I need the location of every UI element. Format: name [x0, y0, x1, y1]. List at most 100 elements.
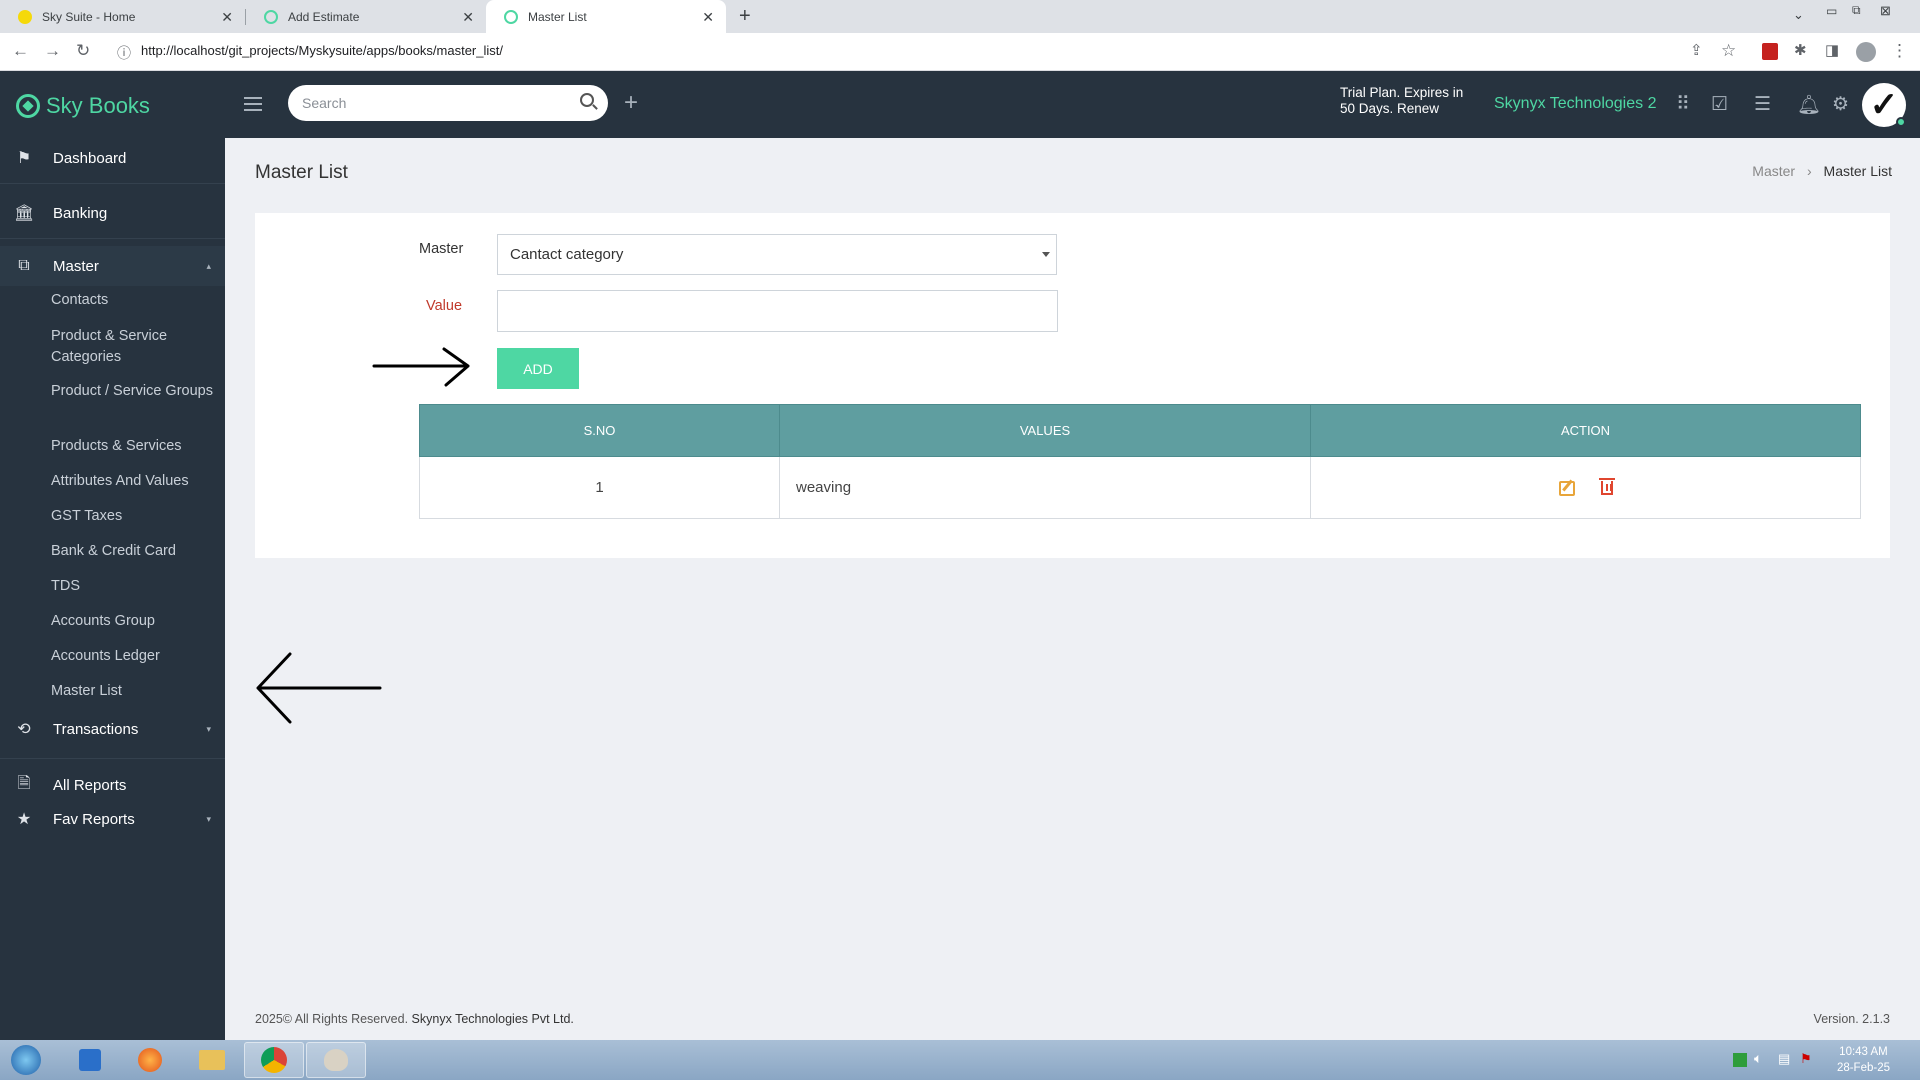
clock-time: 10:43 AM [1839, 1046, 1888, 1058]
forward-icon[interactable]: → [44, 41, 61, 61]
sky-books-favicon-icon [504, 9, 518, 24]
restore-icon[interactable]: ⧉ [1852, 3, 1861, 18]
profile-avatar-icon[interactable] [1856, 42, 1876, 62]
divider [0, 183, 225, 184]
master-label: Master [419, 241, 464, 257]
paint-icon [324, 1049, 348, 1071]
share-icon[interactable]: ⇪ [1690, 41, 1703, 59]
sidebar-item-fav-reports[interactable]: ★ Fav Reports ▾ [0, 799, 225, 839]
sidebar-item-label: Master [53, 257, 99, 275]
table-header-row: S.NO VALUES ACTION [419, 404, 1861, 457]
new-tab-icon[interactable]: + [739, 5, 751, 28]
master-select-value: Cantact category [510, 246, 624, 263]
taskbar-app[interactable] [120, 1042, 180, 1078]
action-center-flag-icon[interactable]: ⚑ [1800, 1051, 1812, 1067]
bookmark-star-icon[interactable]: ☆ [1721, 41, 1736, 61]
sidebar-subitem-product-service-categories[interactable]: Product & Service Categories [51, 326, 221, 368]
browser-tab-bar: Sky Suite - Home ✕ Add Estimate ✕ Master… [0, 0, 1920, 33]
sidebar: ⚑ Dashboard 🏛︎ Banking ⧉ Master ▴ Contac… [0, 138, 225, 1040]
master-select[interactable]: Cantact category [497, 234, 1057, 275]
delete-trash-icon[interactable] [1598, 478, 1615, 496]
back-icon[interactable]: ← [12, 41, 29, 61]
column-header-sno: S.NO [419, 404, 780, 457]
add-button[interactable]: ADD [497, 348, 579, 389]
sidebar-item-transactions[interactable]: ⟲ Transactions ▾ [0, 709, 225, 749]
chevron-down-icon: ▾ [206, 723, 211, 734]
edit-icon[interactable] [1558, 480, 1575, 496]
master-list-card: Master Cantact category Value ADD S.NO V… [255, 213, 1890, 558]
close-icon[interactable]: ✕ [462, 9, 474, 26]
close-icon[interactable]: ✕ [221, 9, 233, 26]
sidebar-item-banking[interactable]: 🏛︎ Banking [0, 193, 225, 233]
tab-title: Sky Suite - Home [42, 9, 136, 24]
search-icon[interactable] [580, 93, 594, 107]
taskbar-app[interactable] [244, 1042, 304, 1078]
taskbar-app[interactable] [306, 1042, 366, 1078]
reload-icon[interactable]: ↻ [76, 41, 90, 61]
network-icon[interactable]: ▤ [1778, 1051, 1790, 1067]
tab-search-icon[interactable]: ⌄ [1793, 7, 1804, 23]
sky-suite-favicon-icon [18, 9, 32, 24]
annotation-arrow-left-icon [256, 652, 382, 724]
browser-menu-icon[interactable]: ⋮ [1891, 41, 1908, 61]
sky-books-favicon-icon [264, 9, 278, 24]
address-bar: ← → ↻ ⓘ http://localhost/git_projects/My… [0, 33, 1920, 71]
browser-tab[interactable]: Add Estimate ✕ [246, 0, 486, 33]
search-input[interactable] [288, 85, 608, 121]
sky-books-logo-icon [16, 94, 40, 118]
app-logo[interactable]: Sky Books [16, 93, 150, 119]
value-label: Value [426, 298, 463, 314]
divider [0, 758, 225, 759]
window-close-icon[interactable]: ⊠ [1880, 3, 1891, 19]
sidebar-subitem-gst-taxes[interactable]: GST Taxes [51, 506, 221, 527]
notification-bell-icon[interactable]: 🔔︎ [1797, 93, 1821, 117]
browser-tab[interactable]: Sky Suite - Home ✕ [0, 0, 245, 33]
column-header-action: ACTION [1310, 404, 1861, 457]
sidebar-subitem-product-service-groups[interactable]: Product / Service Groups [51, 381, 221, 402]
sidebar-subitem-accounts-group[interactable]: Accounts Group [51, 611, 221, 632]
sidebar-subitem-contacts[interactable]: Contacts [51, 290, 221, 311]
page-title: Master List [255, 162, 348, 183]
sidebar-subitem-products-services[interactable]: Products & Services [51, 436, 221, 457]
minimize-icon[interactable]: ▭ [1826, 4, 1837, 18]
taskbar-app[interactable] [182, 1042, 242, 1078]
sidebar-subitem-tds[interactable]: TDS [51, 576, 221, 597]
trial-plan-notice[interactable]: Trial Plan. Expires in 50 Days. Renew [1340, 85, 1480, 117]
url-text[interactable]: http://localhost/git_projects/Myskysuite… [141, 43, 503, 58]
apps-grid-icon[interactable]: ⠿ [1676, 93, 1690, 116]
breadcrumb: Master › Master List [1752, 163, 1892, 179]
sidebar-item-label: Transactions [53, 720, 139, 738]
os-taskbar: 🔈︎ ▤ ⚑ 10:43 AM 28-Feb-25 [0, 1040, 1920, 1080]
pdf-extension-icon[interactable] [1762, 43, 1778, 60]
column-header-values: VALUES [779, 404, 1311, 457]
side-panel-icon[interactable]: ◨ [1825, 41, 1839, 59]
user-avatar[interactable]: ✓ [1862, 83, 1906, 127]
sidebar-subitem-attributes-values[interactable]: Attributes And Values [51, 471, 221, 492]
breadcrumb-link-master[interactable]: Master [1752, 163, 1795, 179]
task-check-icon[interactable]: ☑ [1711, 93, 1728, 116]
list-icon[interactable]: ☰ [1754, 93, 1771, 116]
close-icon[interactable]: ✕ [702, 9, 714, 26]
sidebar-subitem-bank-credit-card[interactable]: Bank & Credit Card [51, 541, 221, 562]
taskbar-app[interactable] [60, 1042, 120, 1078]
browser-tab-active[interactable]: Master List ✕ [486, 0, 726, 33]
extensions-puzzle-icon[interactable]: ✱ [1794, 41, 1807, 59]
value-input[interactable] [497, 290, 1058, 332]
tray-app-icon[interactable] [1733, 1053, 1747, 1067]
start-button[interactable] [0, 1042, 52, 1078]
sidebar-subitem-master-list[interactable]: Master List [51, 681, 221, 702]
quick-add-icon[interactable]: + [624, 89, 638, 117]
volume-icon[interactable]: 🔈︎ [1754, 1050, 1762, 1067]
brand-name: Sky Books [46, 93, 150, 118]
copyright-text: 2025© All Rights Reserved. [255, 1012, 409, 1026]
sidebar-item-dashboard[interactable]: ⚑ Dashboard [0, 138, 225, 178]
footer-copyright: 2025© All Rights Reserved. Skynyx Techno… [255, 1012, 574, 1026]
sidebar-item-label: Dashboard [53, 149, 127, 167]
company-name[interactable]: Skynyx Technologies 2 [1494, 95, 1656, 113]
taskbar-clock[interactable]: 10:43 AM 28-Feb-25 [1837, 1044, 1890, 1076]
site-info-icon[interactable]: ⓘ [117, 43, 131, 63]
sidebar-subitem-accounts-ledger[interactable]: Accounts Ledger [51, 646, 221, 667]
sidebar-item-master[interactable]: ⧉ Master ▴ [0, 246, 225, 286]
settings-gear-icon[interactable]: ⚙ [1832, 93, 1849, 116]
hamburger-menu-icon[interactable] [244, 97, 262, 111]
